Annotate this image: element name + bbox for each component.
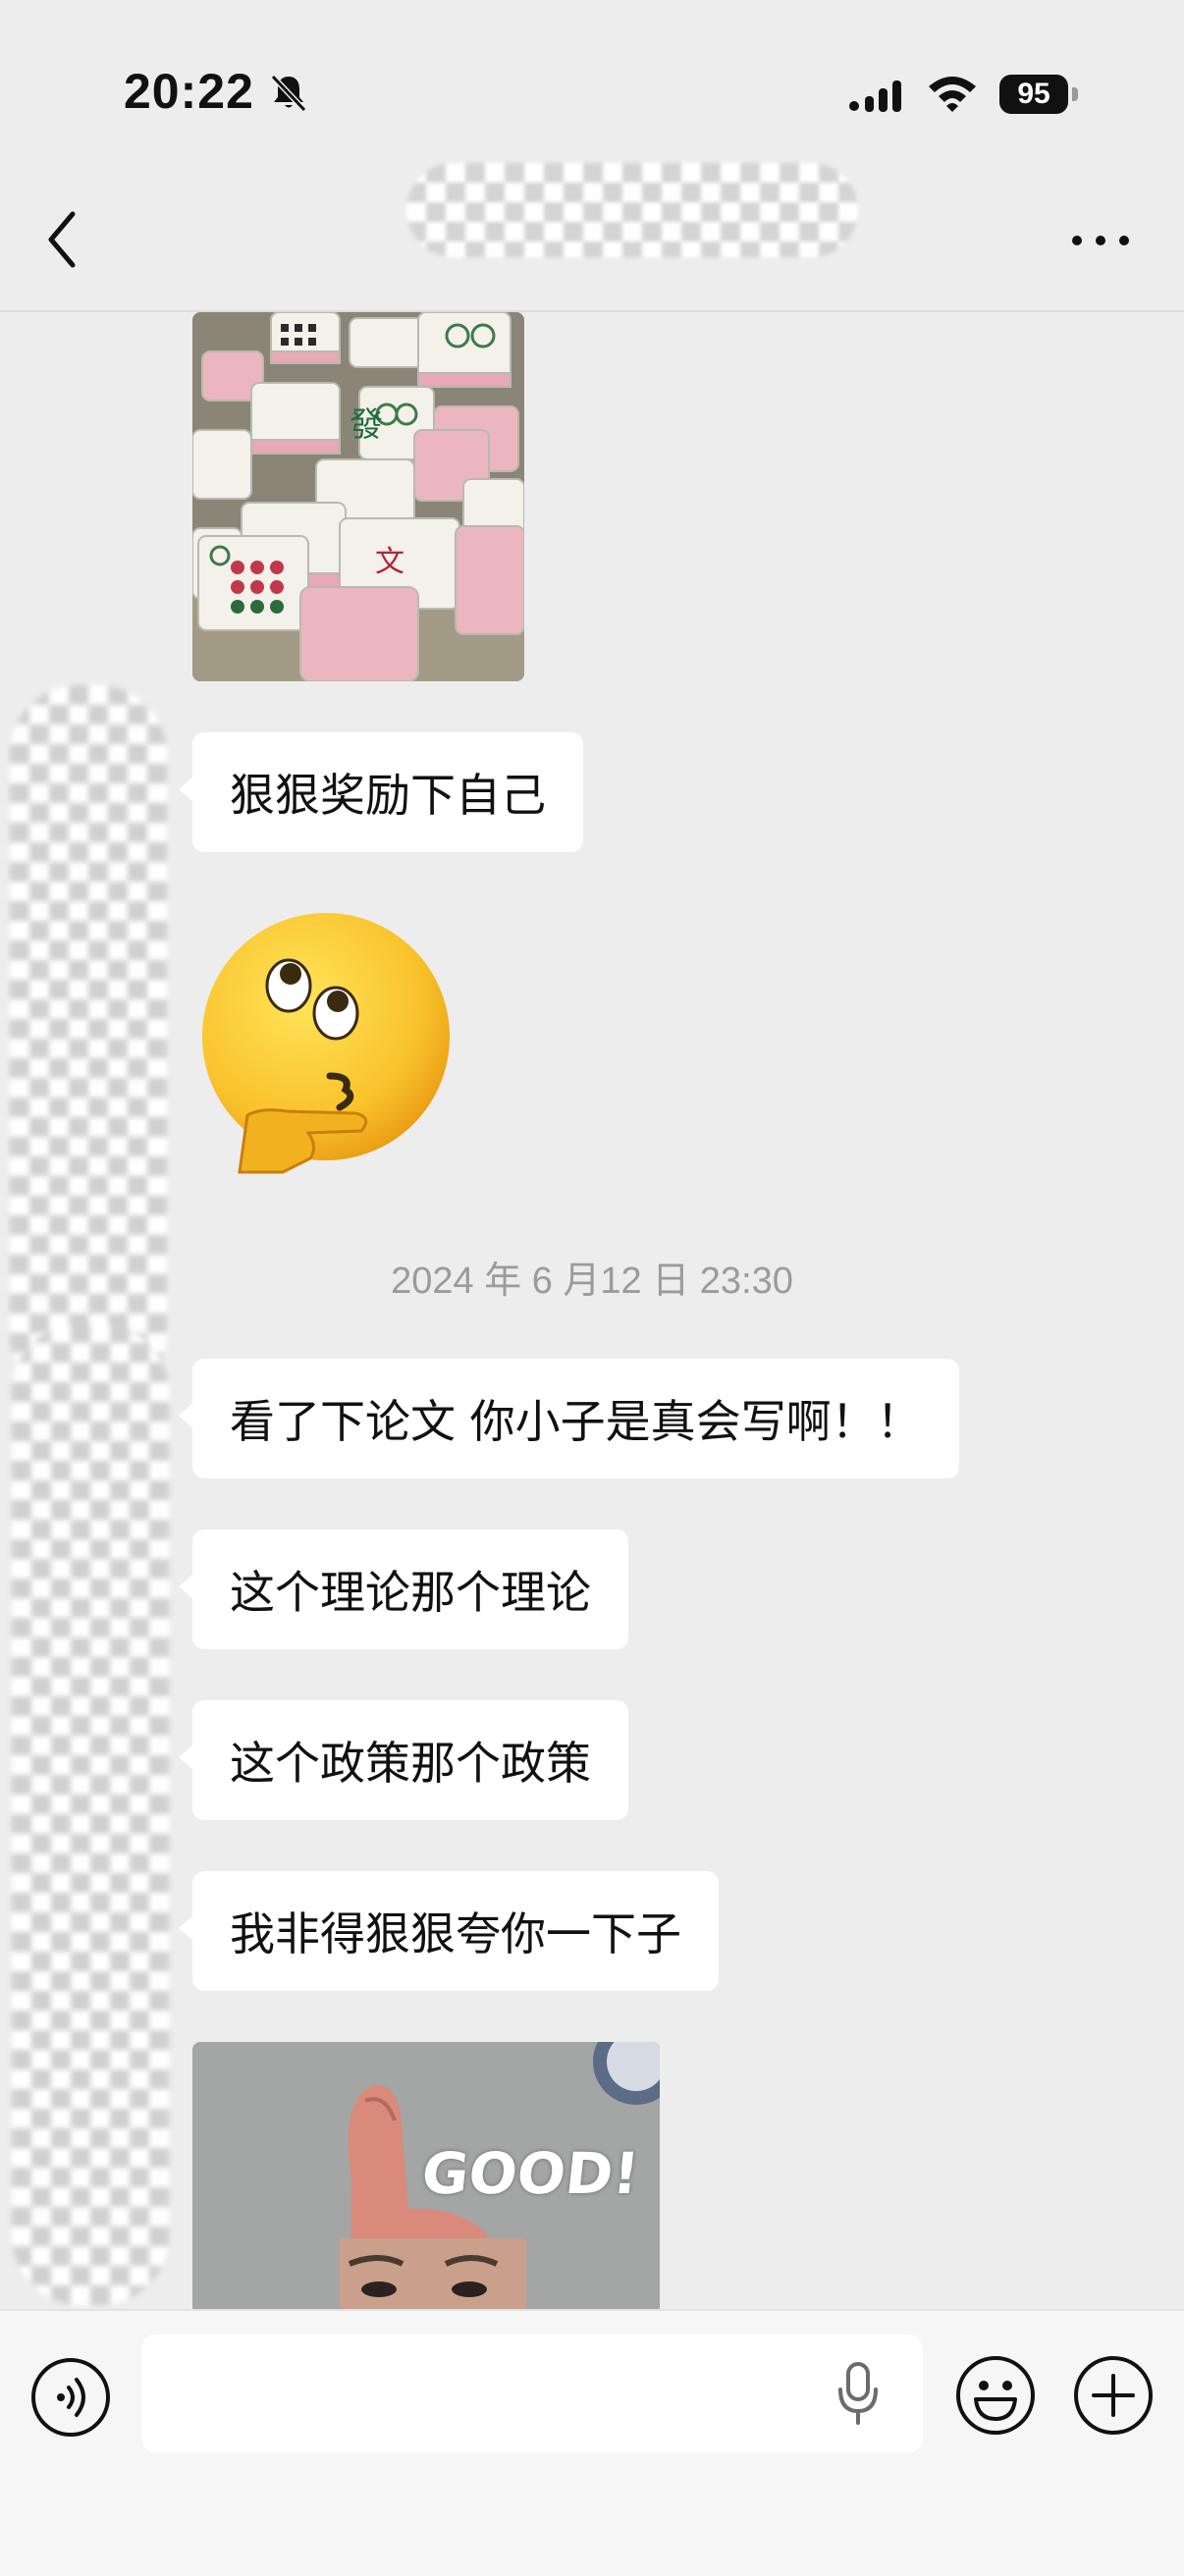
bell-off-icon bbox=[270, 74, 307, 113]
thinking-emoji-sticker[interactable] bbox=[192, 911, 459, 1186]
ellipsis-icon[interactable] bbox=[1066, 216, 1135, 265]
message-bubble[interactable]: 这个理论那个理论 bbox=[179, 1530, 628, 1649]
message-text: 狠狠奖励下自己 bbox=[230, 769, 546, 822]
message-bubble[interactable]: 狠狠奖励下自己 bbox=[179, 732, 583, 852]
battery-indicator: 95 bbox=[999, 75, 1068, 114]
mahjong-image-message[interactable]: 發 文 bbox=[192, 312, 524, 681]
chat-title-redacted bbox=[406, 163, 858, 257]
message-bubble[interactable]: 看了下论文 你小子是真会写啊！！ bbox=[179, 1359, 959, 1478]
wifi-icon bbox=[929, 77, 976, 112]
svg-text:文: 文 bbox=[375, 545, 404, 579]
good-sticker-caption: GOOD! bbox=[418, 2140, 643, 2207]
good-sticker-message[interactable]: GOOD! bbox=[192, 2042, 660, 2309]
message-bubble[interactable]: 这个政策那个政策 bbox=[179, 1700, 628, 1820]
signal-icon bbox=[849, 80, 901, 112]
battery-tip bbox=[1072, 87, 1078, 101]
mic-icon[interactable] bbox=[834, 2360, 882, 2429]
svg-text:發: 發 bbox=[350, 405, 383, 445]
mahjong-photo: 發 文 bbox=[192, 312, 524, 681]
message-text: 我非得狠狠夸你一下子 bbox=[230, 1907, 681, 1960]
message-list[interactable]: 發 文 狠狠奖励下自己 2024 年 6 月12 日 23:30 看了下论文 你… bbox=[0, 312, 1184, 2309]
status-bar: 20:22 95 bbox=[0, 0, 1184, 177]
status-time: 20:22 bbox=[124, 64, 254, 119]
message-timestamp: 2024 年 6 月12 日 23:30 bbox=[391, 1261, 793, 1302]
message-bubble[interactable]: 我非得狠狠夸你一下子 bbox=[179, 1871, 719, 1991]
voice-icon[interactable] bbox=[29, 2356, 112, 2439]
message-text: 这个理论那个理论 bbox=[230, 1566, 591, 1619]
message-text: 这个政策那个政策 bbox=[230, 1737, 591, 1790]
input-bar bbox=[0, 2309, 1184, 2576]
message-text: 看了下论文 你小子是真会写啊！！ bbox=[230, 1395, 922, 1448]
sender-avatar-redacted[interactable] bbox=[12, 1323, 169, 2305]
chevron-left-icon[interactable] bbox=[39, 200, 86, 279]
emoji-icon[interactable] bbox=[954, 2354, 1037, 2437]
message-input[interactable] bbox=[141, 2334, 923, 2452]
plus-icon[interactable] bbox=[1072, 2354, 1155, 2437]
